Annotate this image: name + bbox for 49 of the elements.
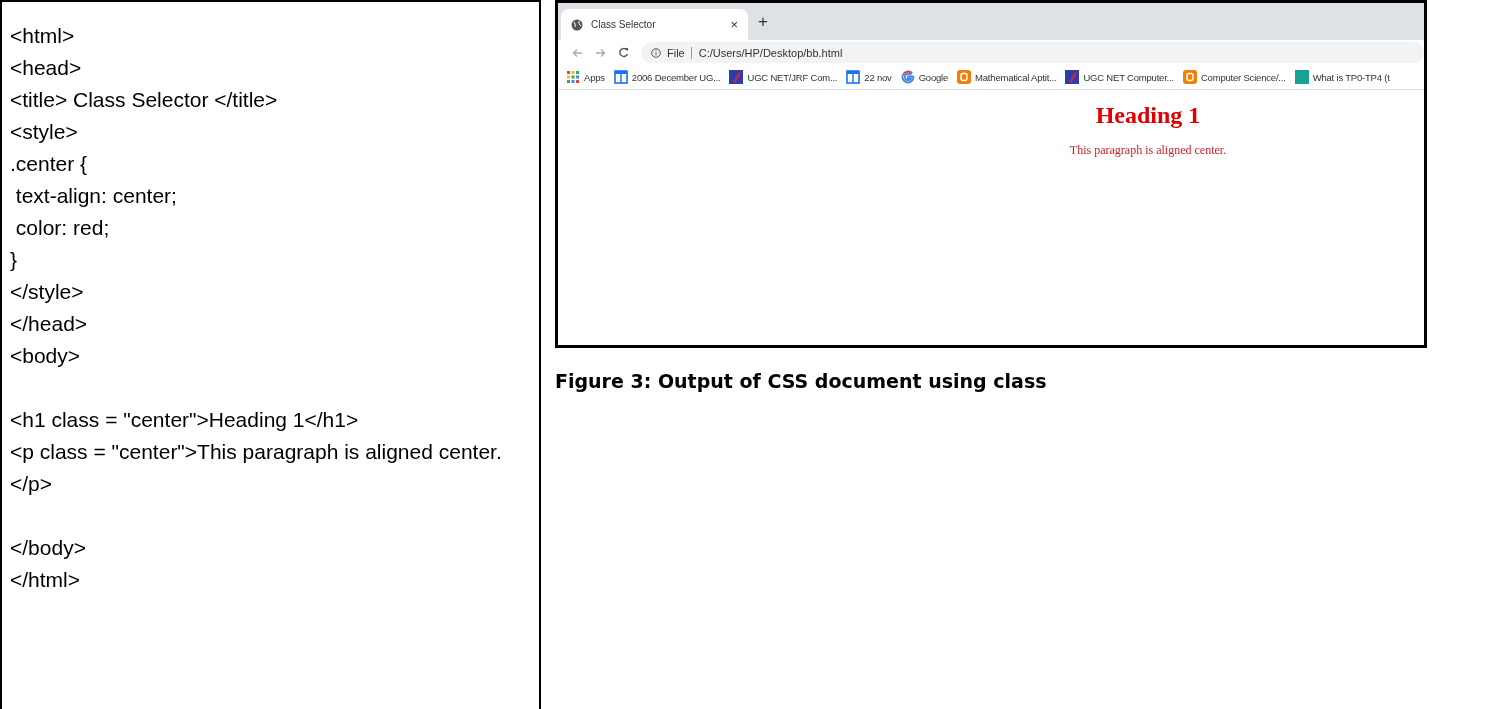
- page-heading: Heading 1: [1095, 102, 1201, 129]
- tab-title: Class Selector: [591, 19, 657, 30]
- close-tab-button[interactable]: ×: [730, 17, 738, 32]
- bookmark-link[interactable]: What is TP0-TP4 (t: [1312, 71, 1390, 83]
- calendar-icon: [846, 70, 861, 84]
- square-icon: [1294, 70, 1309, 84]
- bookmark-link[interactable]: UGC NET/JRF Com...: [747, 71, 838, 83]
- globe-icon: [571, 18, 583, 31]
- scheme-label: File: [667, 46, 685, 59]
- bookmark-link[interactable]: Apps: [584, 71, 605, 83]
- code-line: <p class = "center">This paragraph is aligned center.</p>: [10, 439, 503, 497]
- bookmark-link[interactable]: 22 nov: [864, 71, 892, 83]
- forward-arrow-icon: [595, 47, 606, 58]
- blogger-icon: [1182, 70, 1197, 84]
- code-line: color: red;: [14, 215, 111, 241]
- bookmark-link[interactable]: 2006 December UG...: [631, 71, 721, 83]
- google-icon: [900, 70, 915, 84]
- code-line: </style>: [10, 279, 85, 305]
- code-line: .center {: [10, 151, 89, 177]
- code-line: </body>: [10, 535, 87, 561]
- bookmark-link[interactable]: Computer Science/...: [1200, 71, 1286, 83]
- figure-caption: Figure 3: Output of CSS document using class: [555, 370, 1048, 392]
- flag-icon: [1065, 70, 1080, 84]
- apps-grid-icon: [566, 70, 580, 84]
- code-line: <h1 class = "center">Heading 1</h1>: [10, 407, 360, 433]
- new-tab-button[interactable]: +: [758, 11, 768, 32]
- url-text: C:/Users/HP/Desktop/bb.html: [698, 46, 843, 59]
- separator-icon: [690, 46, 693, 59]
- code-line: <title> Class Selector </title>: [10, 87, 279, 113]
- address-bar[interactable]: File C:/Users/HP/Desktop/bb.html: [641, 42, 1424, 63]
- browser-tab[interactable]: Class Selector ×: [561, 9, 748, 40]
- reload-icon: [618, 47, 629, 58]
- calendar-icon: [613, 70, 628, 84]
- bookmark-link[interactable]: Mathematical Aptit...: [975, 71, 1057, 83]
- code-line: <head>: [10, 55, 83, 81]
- code-line: <html>: [10, 23, 76, 49]
- blogger-icon: [957, 70, 972, 84]
- info-icon: [651, 47, 661, 58]
- code-line: </html>: [10, 567, 82, 593]
- bookmark-link[interactable]: UGC NET Computer...: [1083, 71, 1174, 83]
- code-line: </head>: [10, 311, 89, 337]
- page-paragraph: This paragraph is aligned center.: [1069, 143, 1227, 158]
- flag-icon: [729, 70, 744, 84]
- code-line: }: [10, 247, 18, 273]
- code-line: <body>: [10, 343, 82, 369]
- bookmark-link[interactable]: Google: [918, 71, 949, 83]
- code-line: <style>: [10, 119, 79, 145]
- code-line: text-align: center;: [14, 183, 178, 209]
- back-arrow-icon: [572, 47, 583, 58]
